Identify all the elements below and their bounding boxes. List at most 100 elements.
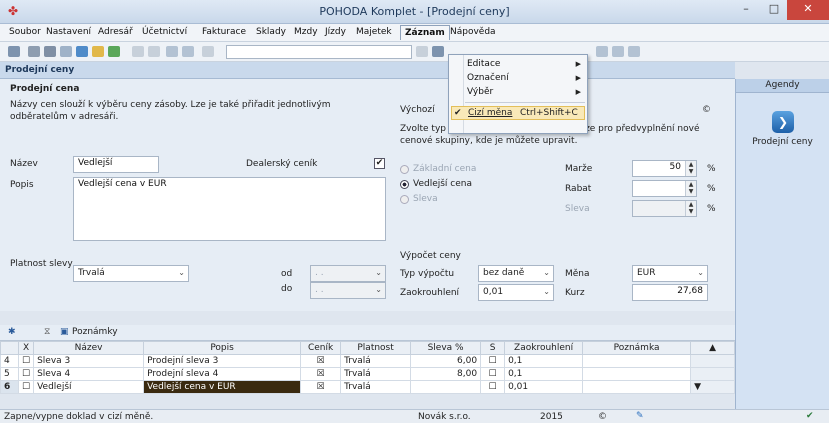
maximize-button[interactable]: □ — [760, 0, 788, 20]
print-preview-icon[interactable] — [28, 46, 40, 57]
cell-nazev[interactable]: Sleva 4 — [33, 367, 145, 381]
kurz-input[interactable]: 27,68 — [632, 284, 708, 301]
dropdown-icon[interactable] — [416, 46, 428, 57]
layout-icon[interactable] — [8, 46, 20, 57]
row-checkbox[interactable]: ☐ — [17, 367, 35, 381]
nazev-input[interactable]: Vedlejší — [73, 156, 159, 173]
cell-popis[interactable]: Prodejní sleva 4 — [143, 367, 302, 381]
radio-sleva[interactable] — [400, 195, 409, 204]
menu-nastaveni[interactable]: Nastavení — [46, 27, 91, 37]
spinner-icon[interactable]: ▲ ▼ — [685, 161, 696, 176]
header-poznamka[interactable]: Poznámka — [582, 341, 692, 355]
header-platnost[interactable]: Platnost — [340, 341, 412, 355]
agenda-item-prodejni-ceny[interactable]: Prodejní ceny — [736, 137, 829, 147]
s-checkbox[interactable]: ☐ — [480, 354, 506, 368]
menu-fakturace[interactable]: Fakturace — [202, 27, 246, 37]
save-all-icon[interactable] — [182, 46, 194, 57]
help-icon[interactable] — [628, 46, 640, 57]
cell-platnost[interactable]: Trvalá — [340, 354, 412, 368]
spinner-icon[interactable]: ▲ ▼ — [685, 201, 696, 216]
cell-zaokrouhleni[interactable]: 0,1 — [504, 367, 584, 381]
cell-zaokrouhleni[interactable]: 0,01 — [504, 380, 584, 394]
quick-search-input[interactable] — [226, 45, 412, 59]
do-date-input[interactable]: . . ⌄ — [310, 282, 386, 299]
edit-icon[interactable] — [92, 46, 104, 57]
window-icon[interactable] — [596, 46, 608, 57]
scrollbar-track[interactable] — [690, 354, 735, 368]
cell-poznamka[interactable] — [582, 354, 692, 368]
header-zaokrouhleni[interactable]: Zaokrouhlení — [504, 341, 584, 355]
menu-item-vyber[interactable]: Výběr — [467, 87, 493, 97]
poznamky-tab[interactable]: Poznámky — [72, 327, 118, 337]
header-sleva[interactable]: Sleva % — [410, 341, 482, 355]
back-icon[interactable] — [132, 46, 144, 57]
row-checkbox[interactable]: ☐ — [17, 354, 35, 368]
cell-zaokrouhleni[interactable]: 0,1 — [504, 354, 584, 368]
scrollbar-up[interactable]: ▲ — [690, 341, 735, 355]
spinner-icon[interactable]: ▲ ▼ — [685, 181, 696, 196]
menu-majetek[interactable]: Majetek — [356, 27, 392, 37]
cell-sleva[interactable] — [410, 380, 482, 394]
cell-poznamka[interactable] — [582, 380, 692, 394]
cell-popis[interactable]: Vedlejší cena v EUR — [143, 380, 302, 394]
menu-sklady[interactable]: Sklady — [256, 27, 286, 37]
zaokrouhleni-select[interactable]: 0,01 ⌄ — [478, 284, 554, 301]
save-icon[interactable] — [166, 46, 178, 57]
cell-popis[interactable]: Prodejní sleva 3 — [143, 354, 302, 368]
header-cenik[interactable]: Ceník — [300, 341, 342, 355]
header-popis[interactable]: Popis — [143, 341, 302, 355]
sleva-input[interactable]: ▲ ▼ — [632, 200, 697, 217]
cell-poznamka[interactable] — [582, 367, 692, 381]
cell-sleva[interactable]: 6,00 — [410, 354, 482, 368]
cell-nazev[interactable]: Vedlejší — [33, 380, 145, 394]
check-icon[interactable] — [108, 46, 120, 57]
minimize-button[interactable]: – — [732, 0, 760, 20]
filter-icon[interactable] — [76, 46, 88, 57]
row-checkbox[interactable]: ☐ — [17, 380, 35, 394]
menu-item-oznaceni[interactable]: Označení — [467, 73, 509, 83]
menu-adresar[interactable]: Adresář — [98, 27, 133, 37]
search-icon[interactable] — [60, 46, 72, 57]
mena-select[interactable]: EUR ⌄ — [632, 265, 708, 282]
close-button[interactable]: ✕ — [787, 0, 829, 20]
print-icon[interactable] — [44, 46, 56, 57]
menu-item-cizi-mena[interactable]: ✔ Cizí měna Ctrl+Shift+C — [451, 106, 585, 120]
menu-ucetnictvi[interactable]: Účetnictví — [142, 27, 187, 37]
radio-zakladni-cena[interactable] — [400, 165, 409, 174]
typ-vypoctu-select[interactable]: bez daně ⌄ — [478, 265, 554, 282]
menu-napoveda[interactable]: Nápověda — [450, 27, 496, 37]
cell-platnost[interactable]: Trvalá — [340, 367, 412, 381]
cell-platnost[interactable]: Trvalá — [340, 380, 412, 394]
copy-icon[interactable] — [202, 46, 214, 57]
prodejni-ceny-agenda-icon[interactable]: ❯ — [772, 111, 794, 133]
table-row[interactable]: 5 ☐ Sleva 4 Prodejní sleva 4 ☒ Trvalá 8,… — [0, 367, 735, 381]
header-x[interactable]: X — [17, 341, 35, 355]
s-checkbox[interactable]: ☐ — [480, 380, 506, 394]
filter-clear-icon[interactable] — [432, 46, 444, 57]
menu-mzdy[interactable]: Mzdy — [294, 27, 318, 37]
forward-icon[interactable] — [148, 46, 160, 57]
menu-jizdy[interactable]: Jízdy — [325, 27, 346, 37]
table-row[interactable]: 4 ☐ Sleva 3 Prodejní sleva 3 ☒ Trvalá 6,… — [0, 354, 735, 368]
menu-item-editace[interactable]: Editace — [467, 59, 500, 69]
header-nazev[interactable]: Název — [33, 341, 145, 355]
table-row-selected[interactable]: 6 ☐ Vedlejší Vedlejší cena v EUR ☒ Trval… — [0, 380, 735, 394]
scrollbar-track[interactable] — [690, 367, 735, 381]
platnost-select[interactable]: Trvalá ⌄ — [73, 265, 189, 282]
cenik-checkbox[interactable]: ☒ — [300, 380, 342, 394]
cenik-checkbox[interactable]: ☒ — [300, 354, 342, 368]
rabat-input[interactable]: ▲ ▼ — [632, 180, 697, 197]
radio-vedlejsi-cena[interactable] — [400, 180, 409, 189]
window-cascade-icon[interactable] — [612, 46, 624, 57]
scrollbar-down[interactable]: ▼ — [690, 380, 735, 394]
popis-textarea[interactable]: Vedlejší cena v EUR — [73, 177, 386, 241]
cell-nazev[interactable]: Sleva 3 — [33, 354, 145, 368]
s-checkbox[interactable]: ☐ — [480, 367, 506, 381]
menu-soubor[interactable]: Soubor — [9, 27, 41, 37]
menu-zaznam[interactable]: Záznam — [400, 25, 450, 40]
dealersky-cenik-checkbox[interactable]: ✔ — [374, 158, 385, 169]
header-s[interactable]: S — [480, 341, 506, 355]
od-date-input[interactable]: . . ⌄ — [310, 265, 386, 282]
pin-icon[interactable]: ✱ — [8, 327, 16, 337]
cell-sleva[interactable]: 8,00 — [410, 367, 482, 381]
